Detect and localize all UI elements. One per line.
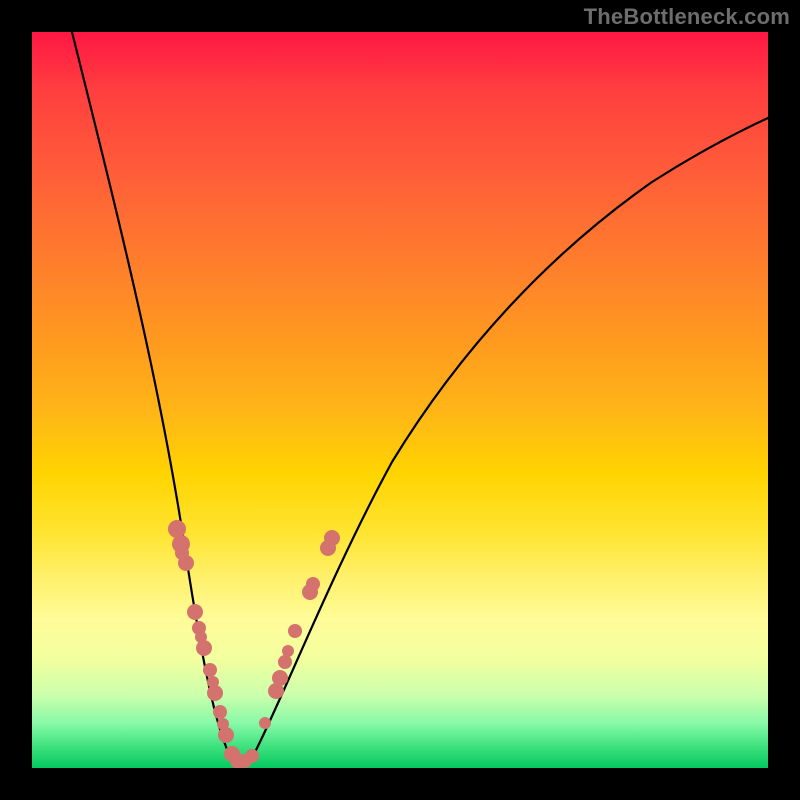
watermark-text: TheBottleneck.com xyxy=(584,4,790,30)
curve-marker xyxy=(306,577,320,591)
curve-marker xyxy=(187,604,203,620)
curve-marker xyxy=(245,749,259,763)
plot-area xyxy=(32,32,768,768)
bottleneck-curve xyxy=(72,32,768,765)
curve-marker xyxy=(195,631,207,643)
marker-group xyxy=(168,520,340,768)
curve-marker xyxy=(175,546,189,560)
curve-marker xyxy=(203,663,217,677)
curve-marker xyxy=(207,676,219,688)
curve-marker xyxy=(324,530,340,546)
curve-marker xyxy=(282,645,294,657)
curve-marker xyxy=(213,705,227,719)
curve-marker xyxy=(288,624,302,638)
curve-svg xyxy=(32,32,768,768)
chart-stage: TheBottleneck.com xyxy=(0,0,800,800)
curve-marker xyxy=(217,718,229,730)
curve-marker xyxy=(259,717,271,729)
curve-marker xyxy=(278,655,292,669)
curve-marker xyxy=(272,670,288,686)
